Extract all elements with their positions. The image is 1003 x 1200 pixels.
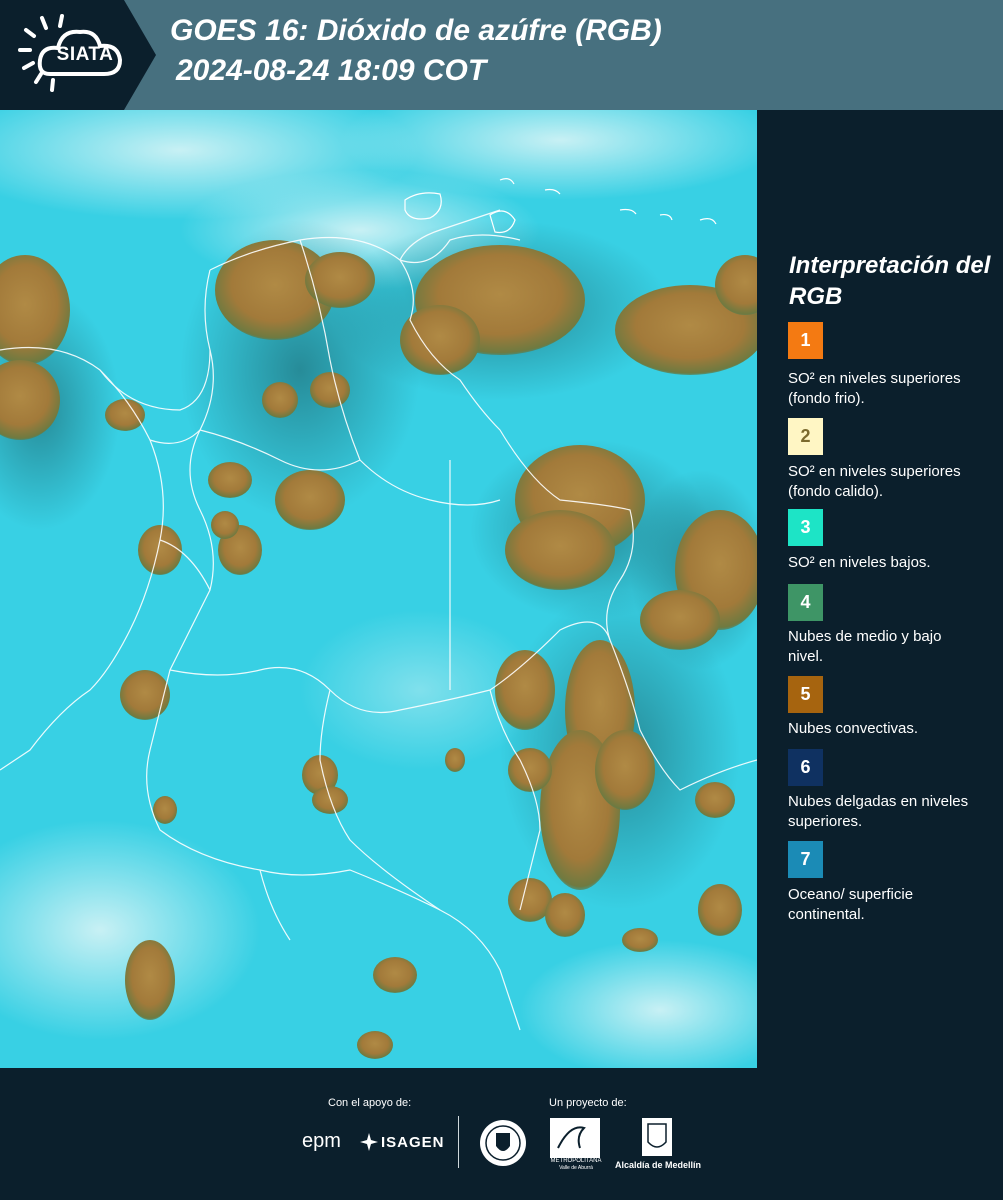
satellite-rgb-map-icon [0,110,757,1068]
isagen-logo[interactable]: ISAGEN [381,1134,445,1151]
legend-label-4: Nubes de medio y bajo nivel. [788,628,942,665]
legend-swatch-4: 4 [788,584,823,621]
legend-swatch-3: 3 [788,509,823,546]
legend-label-5: Nubes convectivas. [788,720,919,737]
legend-swatch-6: 6 [788,749,823,786]
logo-text: SIATA [56,44,114,65]
legend-swatch-2: 2 [788,418,823,455]
legend-label-6: Nubes delgadas en niveles superiores. [788,793,969,830]
isagen-star-icon [360,1133,378,1151]
area-metropolitana-logo-icon[interactable] [550,1118,600,1158]
footer: Con el apoyo de: Un proyecto de: epm ISA… [0,1068,1003,1200]
legend-swatch-1: 1 [788,322,823,359]
legend-label-7: Oceano/ superficie continental. [788,886,914,923]
legend-number: 1 [800,330,811,350]
medellin-seal-icon[interactable] [478,1118,528,1168]
legend-number: 4 [800,592,811,612]
alcaldia-label: Alcaldía de Medellín [614,1160,702,1170]
page-title: GOES 16: Dióxido de azúfre (RGB) [170,14,662,47]
legend-label-2: SO² en niveles superiores (fondo calido)… [788,463,961,500]
page-timestamp: 2024-08-24 18:09 COT [176,54,487,87]
legend-number: 2 [800,426,811,446]
legend-number: 7 [800,849,811,869]
siata-logo[interactable]: SIATA [0,0,160,110]
legend-swatch-7: 7 [788,841,823,878]
satellite-map[interactable] [0,110,757,1068]
footer-divider [458,1116,459,1168]
project-label: Un proyecto de: [549,1097,627,1109]
epm-logo[interactable]: epm [302,1130,341,1153]
support-label: Con el apoyo de: [328,1097,412,1109]
legend-swatch-5: 5 [788,676,823,713]
legend-number: 3 [800,517,811,537]
legend-label-3: SO² en niveles bajos. [788,554,931,571]
legend-number: 5 [800,684,811,704]
legend-panel: Interpretación del RGB 1 SO² en niveles … [760,110,1003,1068]
area-metropolitana-label: METROPOLITANA [550,1158,602,1164]
valle-aburra-label: Valle de Aburrá [559,1165,593,1171]
header: SIATA GOES 16: Dióxido de azúfre (RGB) 2… [0,0,1003,110]
legend-number: 6 [800,757,811,777]
legend-title: Interpretación del RGB [789,252,991,310]
legend-label-1: SO² en niveles superiores (fondo frio). [788,370,961,407]
alcaldia-shield-icon[interactable] [642,1118,672,1156]
